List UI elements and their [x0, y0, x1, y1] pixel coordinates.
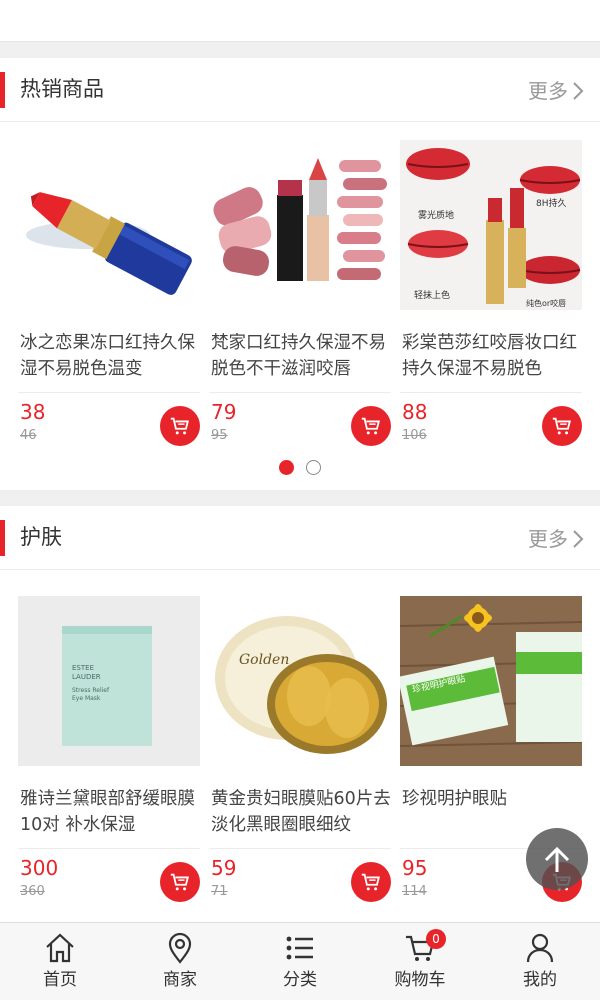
- image-caption: Golden: [239, 652, 289, 668]
- top-header-bar: [0, 0, 600, 42]
- image-caption: ESTEE: [72, 664, 94, 672]
- product-price: 88: [402, 400, 428, 424]
- divider: [400, 392, 582, 393]
- add-to-cart-button[interactable]: [351, 862, 391, 902]
- product-name[interactable]: 梵家口红持久保湿不易脱色不干滋润咬唇: [211, 330, 391, 382]
- product-original-price: 106: [402, 428, 427, 443]
- chevron-right-icon: [573, 530, 584, 548]
- cart-icon: [170, 417, 189, 435]
- tab-label: 购物车: [394, 970, 446, 990]
- cart-icon: [170, 873, 189, 891]
- skincare-section: 护肤 更多 ESTEE LAUDER Stress Relief Eye Mas…: [0, 506, 600, 926]
- product-price: 79: [211, 400, 237, 424]
- tab-label: 分类: [283, 970, 317, 990]
- product-image-lipstick[interactable]: 雾光质地 8H持久 轻抹上色 纯色or咬唇: [400, 140, 582, 310]
- tab-categories[interactable]: 分类: [240, 923, 360, 1000]
- divider: [209, 392, 391, 393]
- product-name[interactable]: 彩棠芭莎红咬唇妆口红持久保湿不易脱色: [402, 330, 582, 382]
- cart-count-badge: 0: [426, 929, 446, 949]
- carousel-indicator: [0, 460, 600, 475]
- product-price: 59: [211, 856, 237, 880]
- add-to-cart-button[interactable]: [160, 862, 200, 902]
- section-header: 热销商品 更多: [0, 58, 600, 122]
- user-icon: [526, 933, 554, 963]
- divider: [18, 392, 200, 393]
- product-original-price: 71: [211, 884, 228, 899]
- carousel-dot[interactable]: [306, 460, 321, 475]
- image-caption: 纯色or咬唇: [526, 298, 566, 308]
- add-to-cart-button[interactable]: [160, 406, 200, 446]
- tab-home[interactable]: 首页: [0, 923, 120, 1000]
- product-price: 95: [402, 856, 428, 880]
- image-caption: 雾光质地: [418, 209, 454, 221]
- list-icon: [286, 936, 313, 960]
- image-caption: 8H持久: [536, 197, 567, 209]
- tab-label: 我的: [523, 970, 557, 990]
- product-name[interactable]: 冰之恋果冻口红持久保湿不易脱色温变: [20, 330, 200, 382]
- image-caption: Stress Relief: [72, 687, 110, 694]
- tab-merchants[interactable]: 商家: [120, 923, 240, 1000]
- chevron-right-icon: [573, 82, 584, 100]
- more-link[interactable]: 更多: [528, 76, 586, 106]
- product-image-lipstick[interactable]: [18, 140, 200, 310]
- product-image-lipstick[interactable]: [209, 140, 391, 310]
- more-label: 更多: [528, 527, 568, 551]
- cart-icon: [361, 417, 380, 435]
- add-to-cart-button[interactable]: [351, 406, 391, 446]
- location-pin-icon: [168, 932, 192, 964]
- scroll-to-top-button[interactable]: [526, 828, 588, 890]
- image-caption: 轻抹上色: [414, 289, 450, 301]
- section-accent-bar: [0, 72, 5, 108]
- product-image-eye-patch[interactable]: 珍视明护眼贴: [400, 596, 582, 766]
- home-icon: [46, 933, 74, 963]
- product-original-price: 360: [20, 884, 45, 899]
- carousel-dot-active[interactable]: [279, 460, 294, 475]
- tab-label: 商家: [163, 970, 197, 990]
- product-name[interactable]: 雅诗兰黛眼部舒缓眼膜10对 补水保湿: [20, 786, 200, 838]
- more-link[interactable]: 更多: [528, 524, 586, 554]
- product-image-eye-mask[interactable]: ESTEE LAUDER Stress Relief Eye Mask: [18, 596, 200, 766]
- tab-cart[interactable]: 0 购物车: [360, 923, 480, 1000]
- arrow-up-icon: [544, 846, 570, 872]
- hot-products-section: 热销商品 更多 冰之恋果冻口红持久保湿不易脱色温变 38 46 梵家口红持久保湿…: [0, 58, 600, 490]
- cart-icon: [552, 417, 571, 435]
- image-caption: Eye Mask: [72, 695, 101, 702]
- bottom-tab-bar: 首页 商家 分类 0 购物车 我的: [0, 922, 600, 1000]
- divider: [209, 848, 391, 849]
- product-original-price: 46: [20, 428, 37, 443]
- section-header: 护肤 更多: [0, 506, 600, 570]
- cart-icon: [361, 873, 380, 891]
- product-price: 38: [20, 400, 46, 424]
- section-title: 热销商品: [20, 77, 104, 101]
- tab-profile[interactable]: 我的: [480, 923, 600, 1000]
- product-image-eye-mask[interactable]: Golden: [209, 596, 391, 766]
- divider: [18, 848, 200, 849]
- product-price: 300: [20, 856, 59, 880]
- product-original-price: 95: [211, 428, 228, 443]
- product-original-price: 114: [402, 884, 427, 899]
- product-name[interactable]: 黄金贵妇眼膜贴60片去淡化黑眼圈眼细纹: [211, 786, 391, 838]
- image-caption: LAUDER: [72, 673, 101, 681]
- tab-label: 首页: [43, 970, 77, 990]
- section-accent-bar: [0, 520, 5, 556]
- more-label: 更多: [528, 79, 568, 103]
- add-to-cart-button[interactable]: [542, 406, 582, 446]
- section-title: 护肤: [20, 525, 62, 549]
